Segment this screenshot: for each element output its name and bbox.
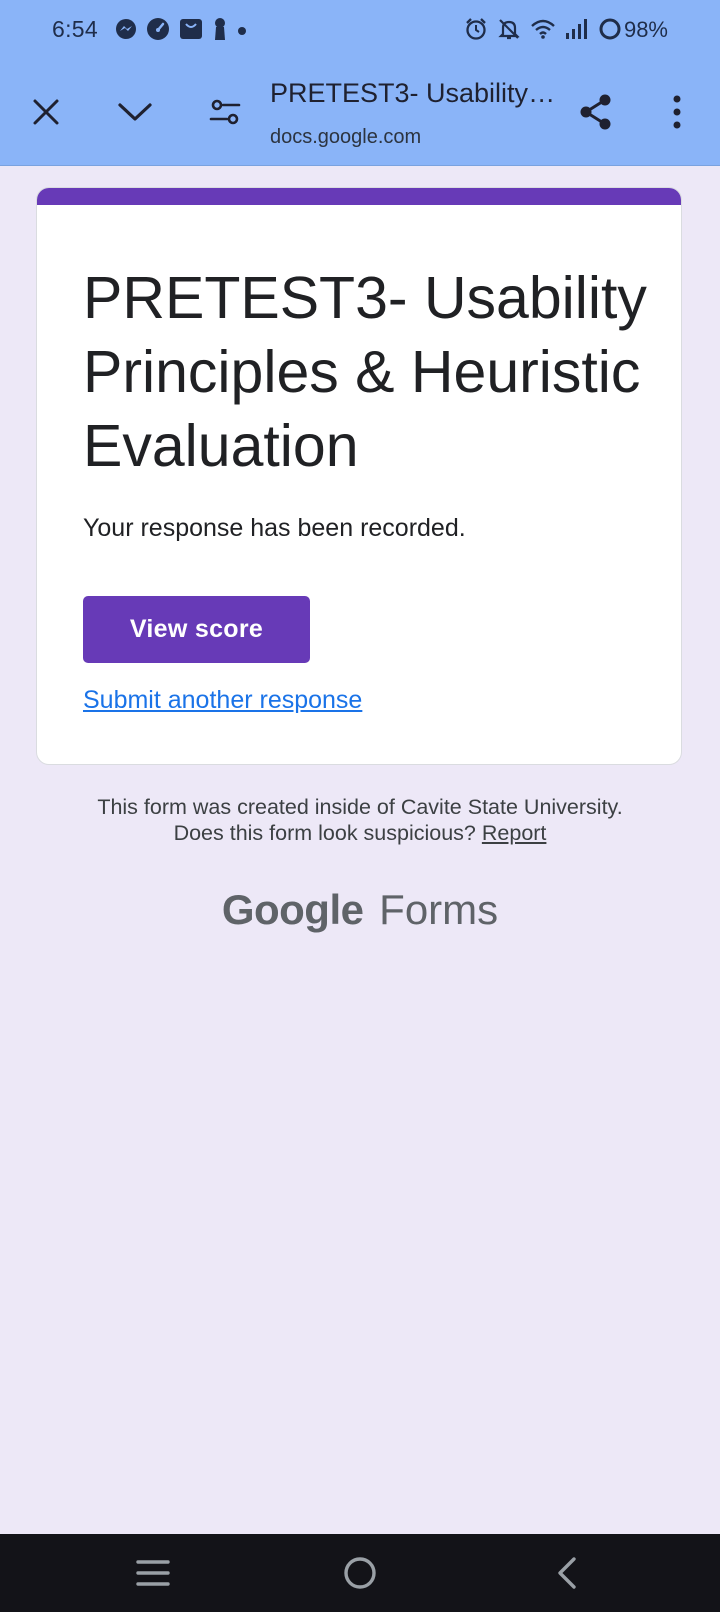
more-vert-icon xyxy=(673,95,681,129)
back-icon xyxy=(558,1557,576,1589)
status-time: 6:54 xyxy=(52,16,98,42)
minimize-button[interactable] xyxy=(111,88,159,136)
battery-level: 98% xyxy=(623,17,668,42)
tune-icon xyxy=(209,99,241,125)
brand-google-text: Google xyxy=(221,886,364,933)
shopping-bag-icon xyxy=(179,17,203,46)
form-origin-line: This form was created inside of Cavite S… xyxy=(97,795,623,819)
recents-button[interactable] xyxy=(128,1548,178,1598)
alarm-icon xyxy=(464,17,488,46)
form-confirmation-card: PRETEST3- Usability Principles & Heurist… xyxy=(36,187,682,765)
chevron-down-icon xyxy=(118,103,152,121)
recents-icon xyxy=(136,1560,170,1586)
tab-url[interactable]: docs.google.com xyxy=(270,126,421,149)
suspicious-question: Does this form look suspicious? xyxy=(173,821,476,845)
speedometer-icon xyxy=(146,17,170,46)
form-title: PRETEST3- Usability Principles & Heurist… xyxy=(83,265,647,479)
status-left-icons xyxy=(115,17,247,46)
messenger-icon xyxy=(115,18,137,45)
suspicious-line: Does this form look suspicious? Report xyxy=(0,820,720,846)
home-button[interactable] xyxy=(335,1548,385,1598)
home-icon xyxy=(344,1557,376,1589)
app-top-bar: 6:54 98% PRETEST3- Usability ... docs.go… xyxy=(0,0,720,166)
form-origin-note: This form was created inside of Cavite S… xyxy=(0,794,720,846)
brand-forms-text: Forms xyxy=(379,886,499,933)
more-options-button[interactable] xyxy=(653,88,701,136)
status-bar: 6:54 98% xyxy=(0,0,720,62)
signal-icon xyxy=(565,18,589,45)
back-button[interactable] xyxy=(542,1548,592,1598)
share-icon xyxy=(580,94,611,130)
status-right-icons xyxy=(464,17,622,46)
close-button[interactable] xyxy=(22,88,70,136)
wifi-icon xyxy=(530,18,556,45)
bell-off-icon xyxy=(497,17,521,46)
dot-icon xyxy=(237,23,247,41)
system-nav-bar xyxy=(0,1534,720,1612)
sync-icon xyxy=(598,17,622,46)
confirmation-message: Your response has been recorded. xyxy=(83,514,466,542)
report-link[interactable]: Report xyxy=(482,821,547,845)
keyhole-icon xyxy=(212,17,228,46)
site-settings-button[interactable] xyxy=(201,88,249,136)
share-button[interactable] xyxy=(572,88,620,136)
submit-another-response-link[interactable]: Submit another response xyxy=(83,686,362,715)
card-accent-bar xyxy=(37,188,681,205)
google-forms-logo[interactable]: Google Forms xyxy=(0,886,720,934)
close-icon xyxy=(33,99,59,125)
tab-title[interactable]: PRETEST3- Usability ... xyxy=(270,78,558,109)
view-score-button[interactable]: View score xyxy=(83,596,310,663)
